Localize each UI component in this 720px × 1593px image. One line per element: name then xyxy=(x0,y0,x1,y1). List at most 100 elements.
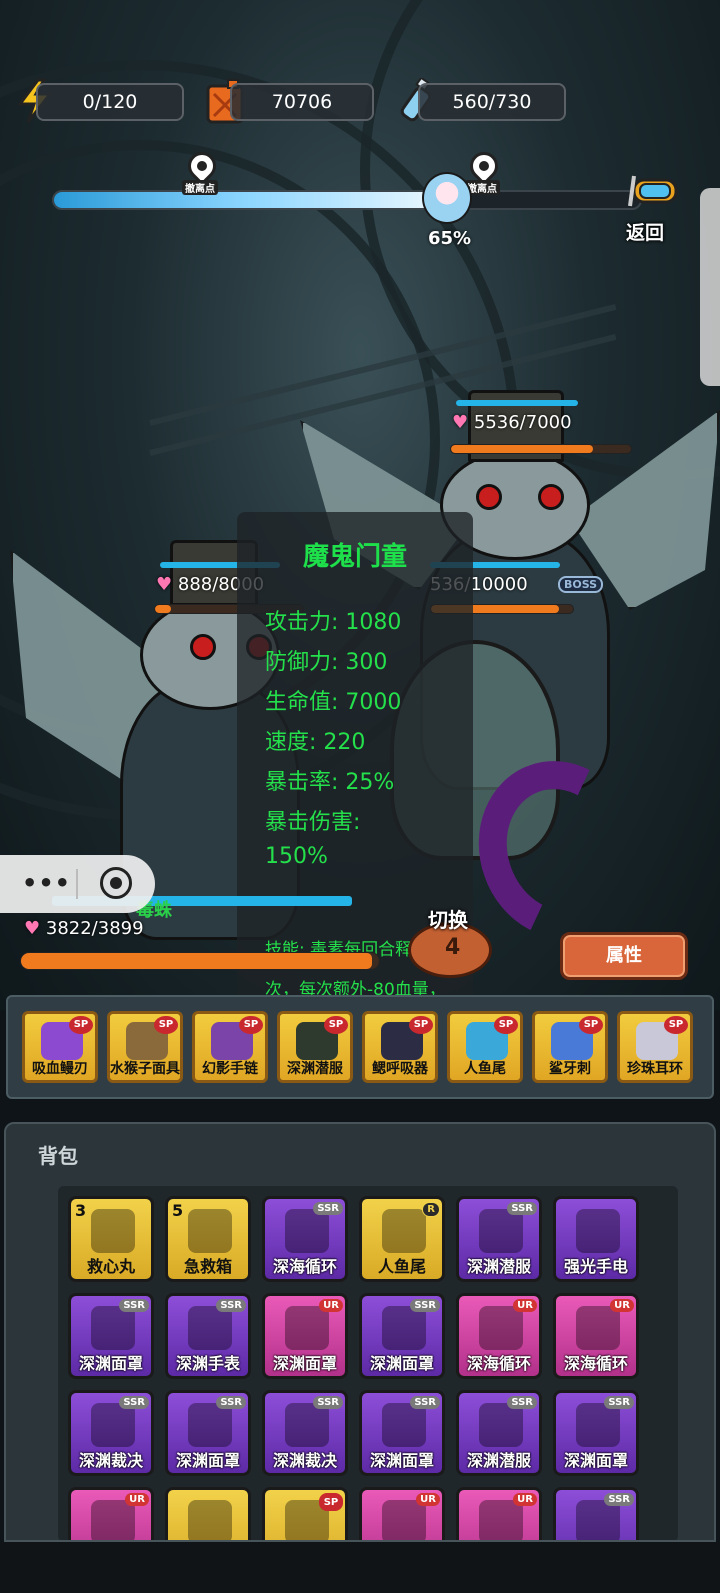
item-icon xyxy=(91,1500,135,1540)
item-label: 强光手电 xyxy=(563,1257,628,1276)
backpack-item[interactable]: UR xyxy=(456,1487,542,1540)
item-icon xyxy=(479,1209,523,1253)
rarity-badge: SP xyxy=(319,1493,343,1511)
equip-label: 鳃呼吸器 xyxy=(372,1061,428,1077)
equip-slot[interactable]: SP 鳃呼吸器 xyxy=(362,1011,438,1083)
backpack-item[interactable] xyxy=(165,1487,251,1540)
backpack-item[interactable]: SSR 深渊潜服 xyxy=(456,1390,542,1476)
boss-hp-text: ♥ 5536/7000 xyxy=(452,412,572,433)
player-hp-fill xyxy=(21,953,372,969)
backpack-item[interactable]: 3 救心丸 xyxy=(68,1196,154,1282)
item-label: 深渊面罩 xyxy=(175,1451,240,1470)
item-icon xyxy=(576,1306,620,1350)
close-target-icon[interactable] xyxy=(100,867,132,899)
backpack-item[interactable]: SSR 深渊面罩 xyxy=(68,1293,154,1379)
equip-slot[interactable]: SP 人鱼尾 xyxy=(447,1011,523,1083)
item-label: 深渊潜服 xyxy=(466,1451,531,1470)
stat-speed: 速度: 220 xyxy=(265,730,366,755)
item-label: 人鱼尾 xyxy=(377,1257,426,1276)
rarity-badge: SSR xyxy=(507,1396,537,1409)
item-icon xyxy=(382,1403,426,1447)
checkpoint-label: 撤离点 xyxy=(182,180,218,195)
item-icon xyxy=(91,1209,135,1253)
item-label: 急救箱 xyxy=(183,1257,232,1276)
backpack-item[interactable]: UR 深海循环 xyxy=(553,1293,639,1379)
backpack-item[interactable]: 强光手电 xyxy=(553,1196,639,1282)
switch-label: 切换 xyxy=(428,908,468,932)
item-icon xyxy=(382,1306,426,1350)
mini-program-capsule[interactable]: ••• xyxy=(0,855,155,913)
backpack-item[interactable]: R 人鱼尾 xyxy=(359,1196,445,1282)
item-icon xyxy=(188,1403,232,1447)
monster-eye xyxy=(538,484,564,510)
equip-slot[interactable]: SP 珍珠耳环 xyxy=(617,1011,693,1083)
backpack-grid[interactable]: 3 救心丸 5 急救箱 SSR 深海循环 R 人鱼尾 SSR 深渊潜服 强光手电 SSR 深渊面罩 SSR… xyxy=(58,1186,678,1540)
sp-badge: SP xyxy=(494,1016,518,1034)
backpack-item[interactable]: SSR xyxy=(553,1487,639,1540)
item-label: 深渊裁决 xyxy=(78,1451,143,1470)
item-icon xyxy=(576,1403,620,1447)
backpack-item[interactable]: UR xyxy=(359,1487,445,1540)
equip-label: 吸血鳗刃 xyxy=(32,1061,88,1077)
item-icon xyxy=(188,1209,232,1253)
item-label: 深渊面罩 xyxy=(369,1451,434,1470)
rarity-badge: R xyxy=(422,1202,440,1217)
side-scroll-handle[interactable] xyxy=(700,188,720,386)
backpack-item[interactable]: SSR 深渊面罩 xyxy=(359,1293,445,1379)
backpack-item[interactable]: SSR 深渊面罩 xyxy=(359,1390,445,1476)
equipment-bar: SP 吸血鳗刃 SP 水猴子面具 SP 幻影手链 SP 深渊潜服 SP 鳃呼吸器 SP 人鱼… xyxy=(6,995,714,1099)
more-dots-icon[interactable]: ••• xyxy=(22,869,71,897)
item-icon xyxy=(285,1209,329,1253)
energy-value: 0/120 xyxy=(82,91,138,113)
rarity-badge: SSR xyxy=(313,1202,343,1215)
item-label: 深海循环 xyxy=(272,1257,337,1276)
rarity-badge: SSR xyxy=(216,1396,246,1409)
energy-counter[interactable]: 0/120 xyxy=(36,83,184,121)
rarity-badge: SSR xyxy=(507,1202,537,1215)
switch-count: 4 xyxy=(445,935,461,960)
player-hp-value: 3822/3899 xyxy=(45,918,144,939)
equip-slot[interactable]: SP 深渊潜服 xyxy=(277,1011,353,1083)
backpack-item[interactable]: 5 急救箱 xyxy=(165,1196,251,1282)
oxygen-value: 560/730 xyxy=(452,91,532,113)
item-label: 深渊面罩 xyxy=(563,1451,628,1470)
backpack-item[interactable]: UR 深渊面罩 xyxy=(262,1293,348,1379)
backpack-item[interactable]: SSR 深渊面罩 xyxy=(553,1390,639,1476)
heart-icon: ♥ xyxy=(156,574,173,595)
equip-slot[interactable]: SP 幻影手链 xyxy=(192,1011,268,1083)
equip-slot[interactable]: SP 吸血鳗刃 xyxy=(22,1011,98,1083)
item-label: 深渊面罩 xyxy=(272,1354,337,1373)
sp-badge: SP xyxy=(324,1016,348,1034)
player-hp-bar xyxy=(20,952,380,970)
rarity-badge: SSR xyxy=(119,1299,149,1312)
oxygen-counter[interactable]: 560/730 xyxy=(418,83,566,121)
backpack-item[interactable]: SSR 深渊面罩 xyxy=(165,1390,251,1476)
backpack-item[interactable]: SSR 深渊裁决 xyxy=(68,1390,154,1476)
backpack-item[interactable]: UR 深海循环 xyxy=(456,1293,542,1379)
item-label: 深渊裁决 xyxy=(272,1451,337,1470)
item-icon xyxy=(382,1209,426,1253)
backpack-item[interactable]: SSR 深渊裁决 xyxy=(262,1390,348,1476)
backpack-item[interactable]: SSR 深渊手表 xyxy=(165,1293,251,1379)
diving-mask-icon[interactable] xyxy=(628,170,680,210)
backpack-item[interactable]: SSR 深海循环 xyxy=(262,1196,348,1282)
item-count: 5 xyxy=(172,1201,184,1220)
backpack-title: 背包 xyxy=(38,1144,78,1168)
rarity-badge: SSR xyxy=(313,1396,343,1409)
stat-crit-damage-value: 150% xyxy=(265,844,328,869)
monster-eye xyxy=(476,484,502,510)
sp-badge: SP xyxy=(239,1016,263,1034)
stat-crit-damage: 暴击伤害: xyxy=(265,810,361,835)
rarity-badge: SSR xyxy=(604,1493,634,1506)
fuel-counter[interactable]: 70706 xyxy=(230,83,374,121)
equip-slot[interactable]: SP 水猴子面具 xyxy=(107,1011,183,1083)
attributes-button[interactable]: 属性 xyxy=(560,932,688,980)
equip-slot[interactable]: SP 鲨牙刺 xyxy=(532,1011,608,1083)
backpack-item[interactable]: SP xyxy=(262,1487,348,1540)
backpack-item[interactable]: UR xyxy=(68,1487,154,1540)
item-icon xyxy=(285,1403,329,1447)
equip-label: 珍珠耳环 xyxy=(627,1061,683,1077)
backpack-item[interactable]: SSR 深渊潜服 xyxy=(456,1196,542,1282)
back-button[interactable]: 返回 xyxy=(626,218,664,245)
stat-attack: 攻击力: 1080 xyxy=(265,610,402,635)
